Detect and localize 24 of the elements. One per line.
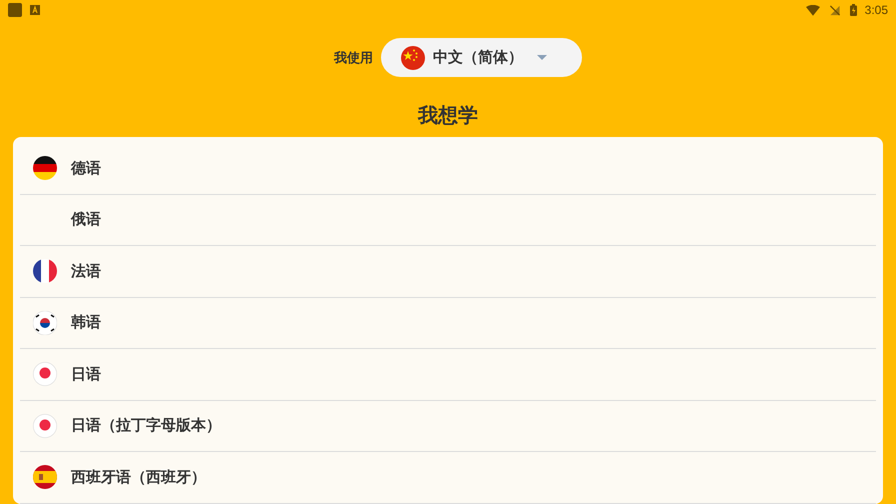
korea-flag-icon <box>33 310 57 335</box>
spain-flag-icon <box>33 465 57 490</box>
app-notification-icon <box>8 3 22 17</box>
no-signal-icon <box>828 4 842 16</box>
wifi-icon <box>806 4 820 16</box>
language-list-item[interactable]: 韩语 <box>20 298 876 349</box>
germany-flag-icon <box>33 156 57 180</box>
france-flag-icon <box>33 259 57 284</box>
language-list-item[interactable]: 法语 <box>20 246 876 298</box>
battery-icon <box>850 4 857 16</box>
language-list-item[interactable]: 西班牙语（西班牙） <box>20 452 876 504</box>
language-list-item[interactable]: 日语（拉丁字母版本） <box>20 400 876 452</box>
language-list-item[interactable]: 德语 <box>20 143 876 194</box>
source-language-label: 我使用 <box>334 50 373 66</box>
clock-time: 3:05 <box>864 3 888 17</box>
japan-flag-icon <box>33 414 57 438</box>
language-list-item[interactable]: 日语 <box>20 349 876 400</box>
china-flag-icon <box>401 46 425 70</box>
japan-flag-icon <box>33 362 57 386</box>
language-list-item[interactable]: 俄语 <box>20 194 876 246</box>
caret-icon <box>537 55 547 60</box>
keyboard-notification-icon <box>30 5 40 15</box>
source-language-dropdown[interactable]: 中文（简体） <box>381 38 582 77</box>
section-title: 我想学 <box>416 102 479 129</box>
